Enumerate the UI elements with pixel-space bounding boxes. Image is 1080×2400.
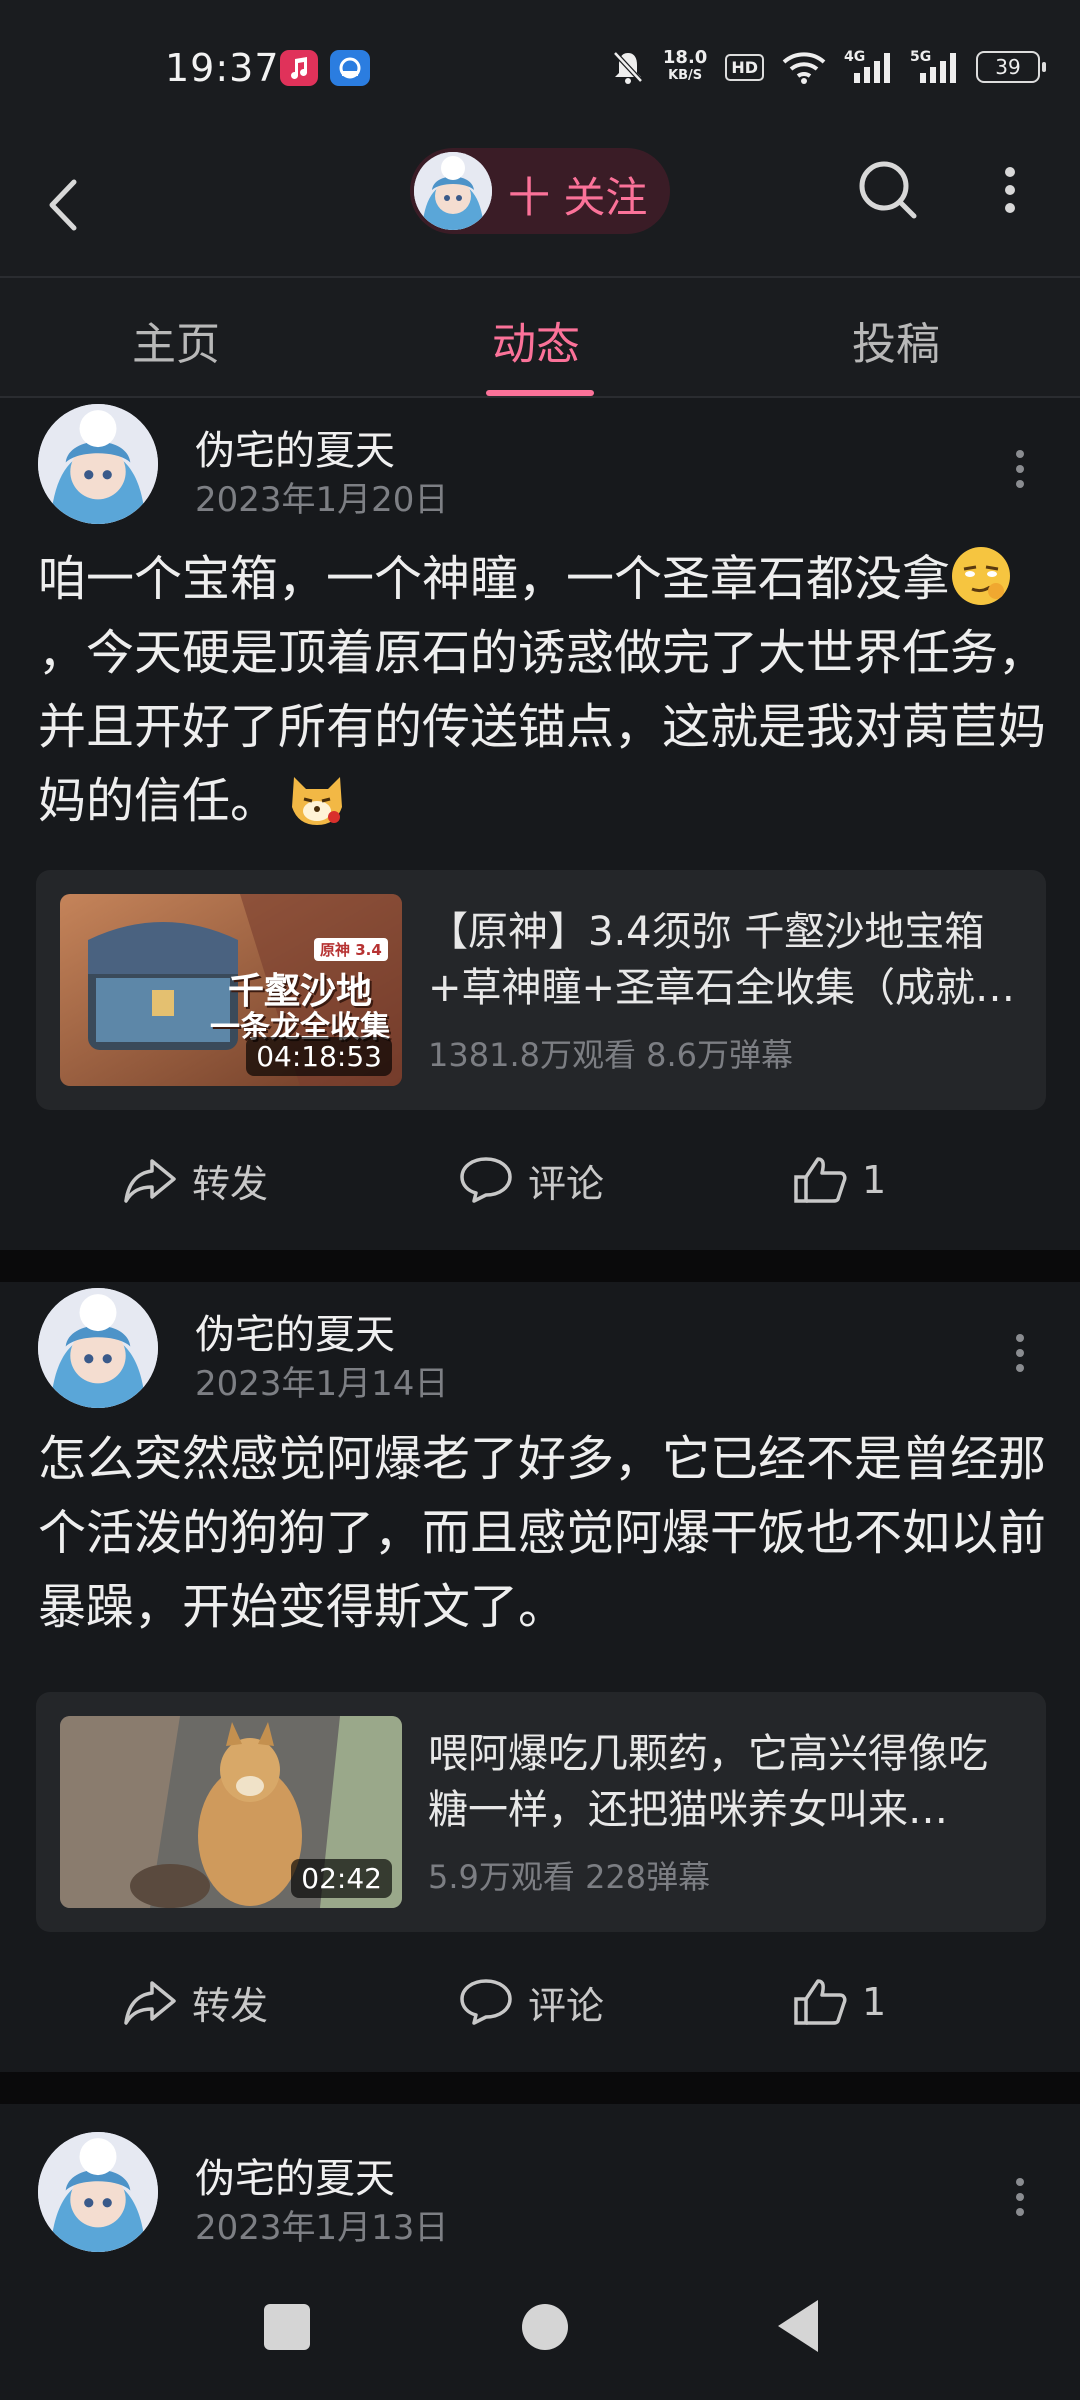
avatar[interactable] xyxy=(38,1288,158,1408)
comment-button[interactable]: 评论 xyxy=(458,1962,604,2042)
status-icons: 18.0 KB/S HD 4G 5G 39 xyxy=(611,46,1046,88)
post-author[interactable]: 伪宅的夏天 xyxy=(195,1302,395,1360)
battery-icon: 39 xyxy=(976,51,1046,83)
post-actions: 转发 评论 1 xyxy=(0,1962,1080,2042)
comment-icon xyxy=(460,1979,512,2025)
post-more-button[interactable] xyxy=(1010,444,1030,494)
more-icon xyxy=(1005,167,1015,213)
status-bar: 19:37 18.0 KB/S HD 4G 5G 39 xyxy=(0,0,1080,130)
recents-button[interactable] xyxy=(264,2304,310,2350)
net-speed-value: 18.0 xyxy=(662,47,708,68)
wifi-icon xyxy=(782,52,826,84)
smug-emoji-icon xyxy=(950,545,1012,607)
post-divider xyxy=(0,1250,1080,1282)
signal-icon-4g: 4G xyxy=(844,49,892,85)
video-card[interactable]: 原神 3.4 千壑沙地 一条龙全收集 04:18:53 【原神】3.4须弥 千壑… xyxy=(36,870,1046,1110)
cloud-app-icon xyxy=(330,50,370,86)
post-card: 伪宅的夏天 2023年1月13日 xyxy=(0,2104,1080,2260)
post-text: 咱一个宝箱，一个神瞳，一个圣章石都没拿 ，今天硬是顶着原石的诱惑做完了大世界任务，… xyxy=(38,542,1048,838)
more-icon xyxy=(1016,2178,1024,2216)
more-icon xyxy=(1016,450,1024,488)
music-app-icon xyxy=(280,50,318,86)
video-thumbnail[interactable]: 原神 3.4 千壑沙地 一条龙全收集 04:18:53 xyxy=(60,894,402,1086)
post-more-button[interactable] xyxy=(1010,1328,1030,1378)
post-author[interactable]: 伪宅的夏天 xyxy=(195,418,395,476)
more-icon xyxy=(1016,1334,1024,1372)
post-actions: 转发 评论 1 xyxy=(0,1140,1080,1220)
video-stats: 5.9万观看 228弹幕 xyxy=(428,1858,711,1896)
net-speed: 18.0 KB/S xyxy=(663,49,707,85)
like-count: 1 xyxy=(862,1158,887,1202)
post-author[interactable]: 伪宅的夏天 xyxy=(195,2146,395,2204)
search-button[interactable] xyxy=(848,150,928,230)
follow-button[interactable]: 十 关注 xyxy=(410,148,670,234)
video-duration: 04:18:53 xyxy=(246,1037,392,1076)
tab-bar: 主页 动态 投稿 xyxy=(0,276,1080,398)
tab-indicator xyxy=(486,390,594,396)
tab-submissions[interactable]: 投稿 xyxy=(852,308,940,372)
avatar[interactable] xyxy=(38,2132,158,2252)
post-text-part2: ，今天硬是顶着原石的诱惑做完了大世界任务，并且开好了所有的传送锚点，这就是我对莴… xyxy=(38,625,1047,829)
post-card: 伪宅的夏天 2023年1月20日 咱一个宝箱，一个神瞳，一个圣章石都没拿 ，今天硬… xyxy=(0,398,1080,1250)
share-icon xyxy=(124,1159,176,1203)
status-time: 19:37 xyxy=(165,46,280,90)
mute-icon xyxy=(613,51,643,84)
comment-label: 评论 xyxy=(528,1983,605,2028)
thumb-tag: 原神 3.4 xyxy=(314,938,388,961)
comment-button[interactable]: 评论 xyxy=(458,1140,604,1220)
avatar[interactable] xyxy=(38,404,158,524)
thumbs-up-icon xyxy=(794,1157,847,1203)
follow-label: 十 关注 xyxy=(508,173,648,222)
back-nav-button[interactable] xyxy=(778,2300,818,2352)
share-icon xyxy=(124,1981,176,2025)
comment-label: 评论 xyxy=(528,1161,605,1206)
post-date: 2023年1月13日 xyxy=(195,2208,449,2248)
hd-badge: HD xyxy=(725,53,764,81)
dog-emoji-icon xyxy=(286,767,348,829)
signal-icon-5g: 5G xyxy=(910,49,958,85)
video-thumbnail[interactable]: 02:42 xyxy=(60,1716,402,1908)
search-icon xyxy=(859,161,917,219)
post-text: 怎么突然感觉阿爆老了好多，它已经不是曾经那个活泼的狗狗了，而且感觉阿爆干饭也不如… xyxy=(38,1431,1047,1635)
net-speed-unit: KB/S xyxy=(668,68,703,83)
post-divider xyxy=(0,2072,1080,2104)
share-label: 转发 xyxy=(192,1161,269,1206)
back-icon xyxy=(49,179,77,231)
more-button[interactable] xyxy=(990,150,1030,230)
video-title[interactable]: 【原神】3.4须弥 千壑沙地宝箱+草神瞳+圣章石全收集（成就… xyxy=(428,904,1018,1016)
back-button[interactable] xyxy=(40,170,90,240)
post-date: 2023年1月14日 xyxy=(195,1364,449,1404)
post-date: 2023年1月20日 xyxy=(195,480,449,520)
like-button[interactable]: 1 xyxy=(792,1962,886,2042)
post-text-part1: 咱一个宝箱，一个神瞳，一个圣章石都没拿 xyxy=(38,551,951,607)
home-button[interactable] xyxy=(522,2304,568,2350)
avatar xyxy=(414,152,492,230)
system-nav-bar xyxy=(0,2260,1080,2400)
post-card: 伪宅的夏天 2023年1月14日 怎么突然感觉阿爆老了好多，它已经不是曾经那个活… xyxy=(0,1282,1080,2072)
share-button[interactable]: 转发 xyxy=(122,1962,268,2042)
video-duration: 02:42 xyxy=(291,1859,392,1898)
comment-icon xyxy=(460,1157,512,1203)
video-stats: 1381.8万观看 8.6万弹幕 xyxy=(428,1036,794,1074)
video-card[interactable]: 02:42 喂阿爆吃几颗药，它高兴得像吃糖一样，还把猫咪养女叫来… 5.9万观看… xyxy=(36,1692,1046,1932)
video-title[interactable]: 喂阿爆吃几颗药，它高兴得像吃糖一样，还把猫咪养女叫来… xyxy=(428,1726,1018,1838)
tab-home[interactable]: 主页 xyxy=(132,308,220,372)
share-label: 转发 xyxy=(192,1983,269,2028)
post-more-button[interactable] xyxy=(1010,2172,1030,2222)
thumbs-up-icon xyxy=(794,1979,847,2025)
like-count: 1 xyxy=(862,1980,887,2024)
share-button[interactable]: 转发 xyxy=(122,1140,268,1220)
like-button[interactable]: 1 xyxy=(792,1140,886,1220)
tab-dynamics[interactable]: 动态 xyxy=(492,308,580,372)
